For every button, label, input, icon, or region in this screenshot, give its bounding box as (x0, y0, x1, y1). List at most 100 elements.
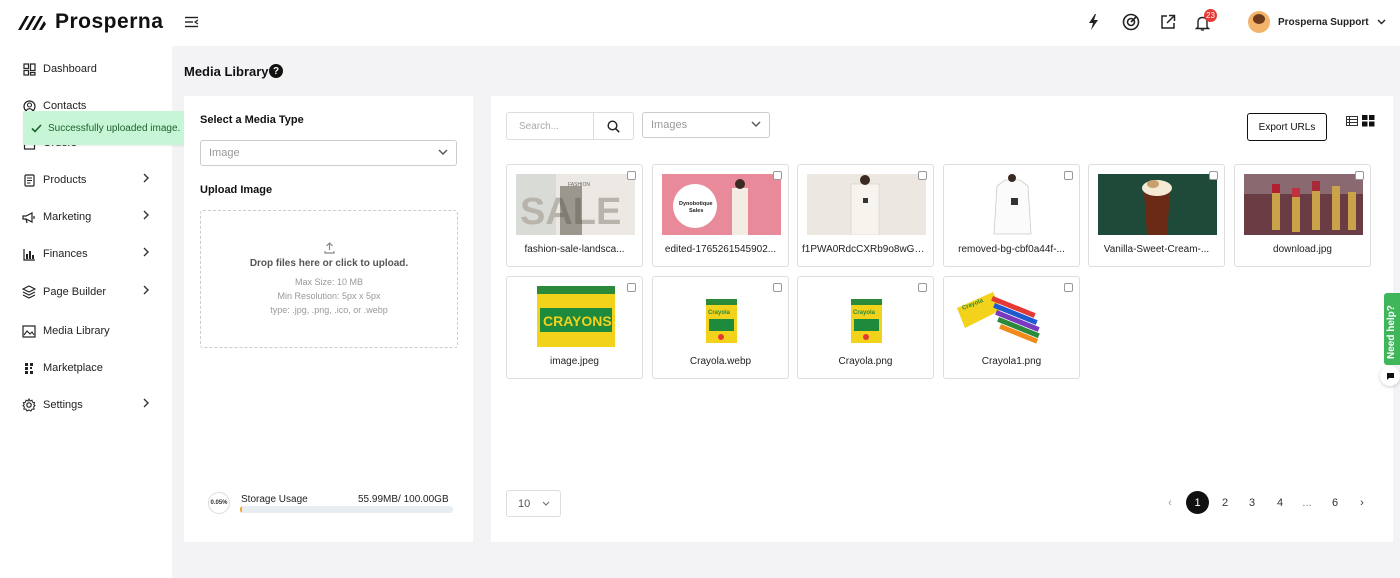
thumb-crayons-text: CRAYONS (543, 313, 612, 329)
media-card[interactable]: Crayola Crayola.webp (652, 276, 789, 379)
dropzone-text: Drop files here or click to upload. (249, 258, 409, 269)
media-type-value: Image (209, 147, 240, 159)
select-checkbox[interactable] (1355, 171, 1364, 180)
upload-dropzone[interactable]: Drop files here or click to upload. Max … (200, 210, 458, 348)
sidebar-item-marketplace[interactable]: Marketplace (0, 353, 172, 383)
list-view-icon[interactable] (1346, 116, 1358, 126)
sidebar-item-label: Products (43, 174, 87, 186)
thumb-dyno-text: Dynobotique (679, 201, 713, 207)
select-checkbox[interactable] (627, 171, 636, 180)
next-page-button[interactable]: › (1356, 492, 1368, 514)
sidebar-item-label: Finances (43, 248, 88, 260)
file-name: Vanilla-Sweet-Cream-... (1103, 244, 1210, 255)
storage-progress-fill (240, 506, 243, 513)
media-card[interactable]: Dynobotique Sales edited-1765261545902..… (652, 164, 789, 267)
chevron-right-icon (143, 285, 149, 295)
export-urls-button[interactable]: Export URLs (1247, 113, 1327, 141)
file-types-text: type: .jpg, .png, .ico, or .webp (270, 305, 388, 315)
media-type-select[interactable]: Image (200, 140, 457, 166)
chevron-right-icon (143, 210, 149, 220)
media-filter-select[interactable]: Images (642, 112, 770, 138)
storage-label: Storage Usage (241, 494, 308, 505)
min-resolution-text: Min Resolution: 5px x 5px (277, 291, 381, 301)
sidebar-item-products[interactable]: Products (0, 165, 172, 195)
sidebar-item-label: Media Library (43, 325, 110, 337)
media-card[interactable]: Crayola Crayola.png (797, 276, 934, 379)
media-thumbnail: CRAYONS (516, 286, 635, 347)
top-header (172, 0, 1400, 46)
media-card[interactable]: Crayola Crayola1.png (943, 276, 1080, 379)
sidebar-item-media-library[interactable]: Media Library (0, 316, 172, 346)
search-box (506, 112, 634, 140)
user-name: Prosperna Support (1278, 16, 1369, 28)
user-menu[interactable]: Prosperna Support (1248, 11, 1386, 33)
page-button-1[interactable]: 1 (1186, 491, 1209, 514)
prev-page-button[interactable]: ‹ (1164, 492, 1176, 514)
per-page-value: 10 (518, 497, 531, 510)
page-button-4[interactable]: 4 (1273, 492, 1287, 514)
search-input[interactable] (507, 113, 593, 139)
file-name: image.jpeg (550, 356, 599, 367)
page-button-2[interactable]: 2 (1218, 492, 1232, 514)
media-card[interactable]: Vanilla-Sweet-Cream-... (1088, 164, 1225, 267)
media-card[interactable]: download.jpg (1234, 164, 1371, 267)
chevron-right-icon (143, 173, 149, 183)
collapse-menu-icon[interactable] (185, 16, 199, 28)
select-checkbox[interactable] (918, 283, 927, 292)
chevron-right-icon (143, 247, 149, 257)
page-button-3[interactable]: 3 (1245, 492, 1259, 514)
sidebar-item-page-builder[interactable]: Page Builder (0, 277, 172, 307)
media-card[interactable]: FASHION SALE fashion-sale-landsca... (506, 164, 643, 267)
checkmark-icon (31, 123, 42, 133)
file-name: f1PWA0RdcCXRb9o8wGzb... (802, 244, 929, 255)
per-page-select[interactable]: 10 (506, 490, 561, 517)
select-checkbox[interactable] (773, 171, 782, 180)
media-card[interactable]: removed-bg-cbf0a44f-... (943, 164, 1080, 267)
help-icon[interactable]: ? (269, 64, 283, 78)
media-library-panel: Images Export URLs FASHION SALE fashion-… (491, 96, 1393, 542)
select-checkbox[interactable] (1209, 171, 1218, 180)
upload-heading: Upload Image (200, 184, 273, 196)
media-thumbnail: Crayola (662, 286, 781, 347)
chat-icon (1386, 373, 1394, 380)
media-card[interactable]: CRAYONS image.jpeg (506, 276, 643, 379)
file-name: removed-bg-cbf0a44f-... (958, 244, 1065, 255)
grid-view-icon[interactable] (1362, 115, 1375, 127)
thumb-sales-text: Sales (689, 208, 703, 214)
external-link-icon[interactable] (1160, 14, 1176, 30)
success-toast: Successfully uploaded image. × (23, 111, 196, 145)
select-checkbox[interactable] (1064, 283, 1073, 292)
notification-badge: 23 (1204, 9, 1217, 22)
need-help-tab[interactable]: Need help? (1384, 293, 1400, 365)
media-thumbnail: Dynobotique Sales (662, 174, 781, 235)
sidebar: Prosperna Dashboard Contacts Orders Prod… (0, 0, 172, 578)
target-icon[interactable] (1122, 13, 1140, 31)
media-thumbnail: Crayola (953, 286, 1072, 347)
chevron-down-icon (751, 121, 761, 127)
select-checkbox[interactable] (627, 283, 636, 292)
brand-logo[interactable]: Prosperna (17, 10, 163, 34)
sidebar-item-finances[interactable]: Finances (0, 239, 172, 269)
media-card[interactable]: f1PWA0RdcCXRb9o8wGzb... (797, 164, 934, 267)
select-checkbox[interactable] (918, 171, 927, 180)
avatar (1248, 11, 1270, 33)
file-name: fashion-sale-landsca... (524, 244, 625, 255)
lightning-icon[interactable] (1088, 14, 1099, 30)
page-button-6[interactable]: 6 (1328, 492, 1342, 514)
media-type-heading: Select a Media Type (200, 114, 304, 126)
sidebar-item-dashboard[interactable]: Dashboard (0, 54, 172, 84)
select-checkbox[interactable] (1064, 171, 1073, 180)
media-filter-value: Images (651, 119, 688, 131)
upload-panel: Select a Media Type Image Upload Image D… (184, 96, 473, 542)
sidebar-item-marketing[interactable]: Marketing (0, 202, 172, 232)
marketplace-icon (21, 360, 37, 376)
sidebar-item-settings[interactable]: Settings (0, 390, 172, 420)
sidebar-item-label: Dashboard (43, 63, 97, 75)
media-thumbnail (953, 174, 1072, 235)
chat-button[interactable] (1380, 366, 1400, 386)
storage-percent: 0.05% (208, 492, 230, 514)
file-name: download.jpg (1273, 244, 1332, 255)
gear-icon (21, 397, 37, 413)
search-button[interactable] (593, 113, 633, 139)
select-checkbox[interactable] (773, 283, 782, 292)
